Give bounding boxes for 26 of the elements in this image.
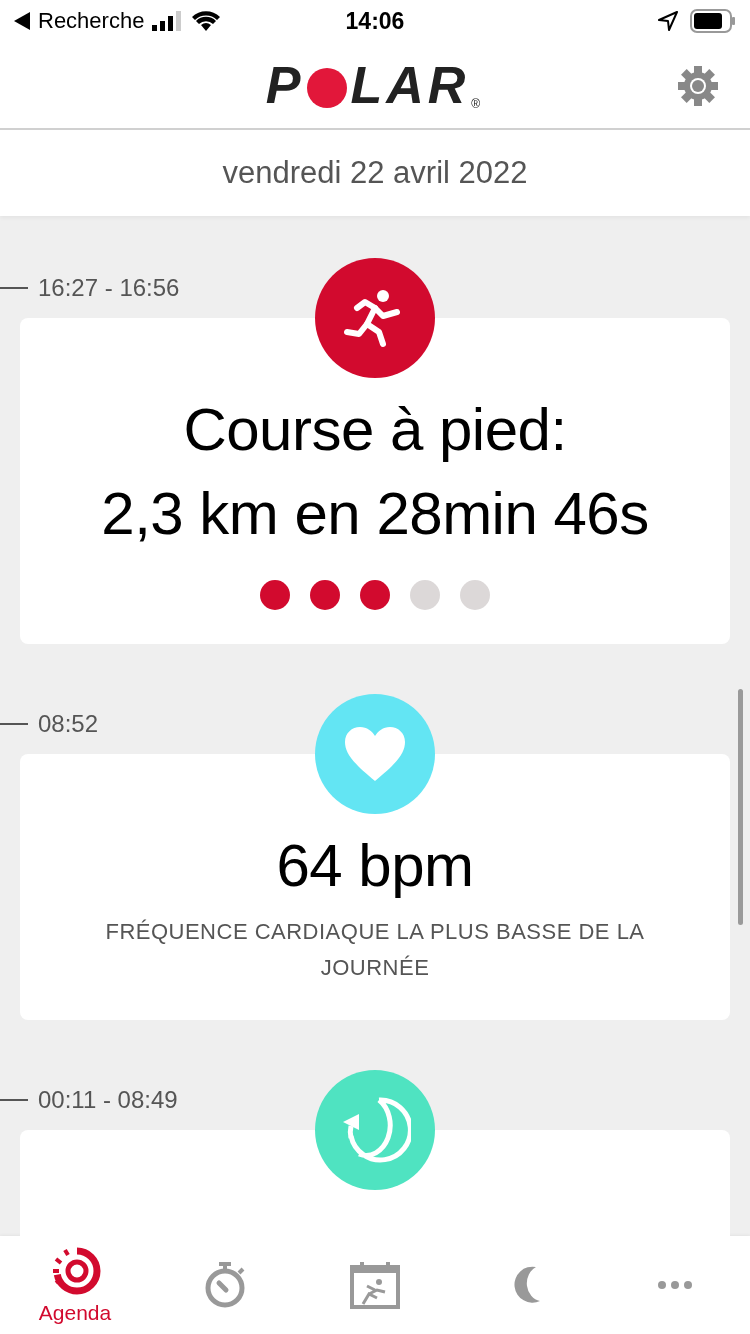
tab-item[interactable]: Agenda: [0, 1236, 150, 1334]
wifi-icon: [192, 11, 221, 31]
activity-card[interactable]: Course à pied: 2,3 km en 28min 46s: [20, 318, 730, 644]
stopwatch-icon: [203, 1261, 247, 1309]
calendar-icon: [349, 1260, 401, 1310]
more-icon: [657, 1280, 693, 1290]
battery-icon: [690, 9, 736, 33]
logo-dot-icon: [306, 67, 349, 109]
location-arrow-icon: [658, 11, 678, 31]
activity-card[interactable]: 64 bpm FRÉQUENCE CARDIAQUE LA PLUS BASSE DE LA JOURNÉE: [20, 754, 730, 1020]
time-range: 08:52: [38, 710, 99, 738]
time-range: 16:27 - 16:56: [38, 274, 180, 302]
clock-time: 14:06: [345, 7, 405, 35]
card-caption: FRÉQUENCE CARDIAQUE LA PLUS BASSE DE LA JOURNÉE: [105, 918, 645, 982]
date-title: vendredi 22 avril 2022: [222, 155, 528, 191]
settings-icon[interactable]: [678, 66, 718, 106]
card-title: Course à pied:: [183, 395, 567, 465]
card-title: 2,3 km en 28min 46s: [101, 479, 649, 549]
heart-icon: [343, 725, 407, 783]
back-arrow-icon[interactable]: [14, 12, 30, 30]
logo-text: P: [265, 55, 305, 115]
time-range: 00:11 - 08:49: [38, 1086, 178, 1114]
back-label[interactable]: Recherche: [38, 8, 145, 34]
card-title: 64 bpm: [276, 831, 474, 901]
registered-mark: ®: [471, 97, 485, 111]
logo-text: LAR: [350, 55, 470, 115]
